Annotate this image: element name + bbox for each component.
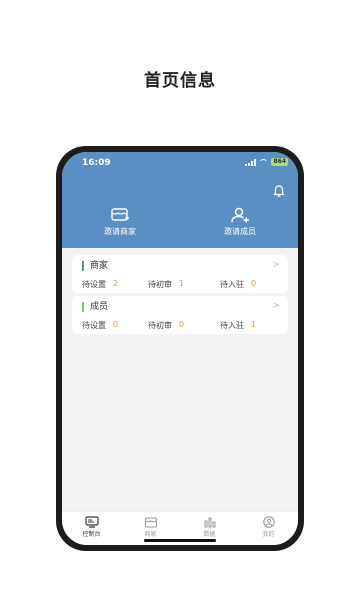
signal-icon <box>245 158 257 166</box>
tab-label: 控制台 <box>82 531 101 538</box>
chart-icon <box>204 517 215 528</box>
stat-value: 2 <box>113 279 119 288</box>
merchant-stats: 待设置 2 待初审 1 待入驻 0 <box>82 279 278 290</box>
home-indicator <box>144 539 216 542</box>
merchant-card[interactable]: 商家 > 待设置 2 待初审 1 待入驻 0 <box>72 255 288 293</box>
member-card-title: 成员 <box>82 302 108 312</box>
store-icon <box>144 517 157 528</box>
bell-icon[interactable] <box>272 184 286 198</box>
tab-label: 我的 <box>262 531 275 538</box>
stat-value: 1 <box>251 320 257 329</box>
stat-item[interactable]: 待初审 1 <box>140 279 206 290</box>
tab-console[interactable]: 控制台 <box>62 512 121 545</box>
invite-member-label: 邀请成员 <box>224 227 256 236</box>
console-icon <box>84 516 99 528</box>
chevron-right-icon: > <box>272 301 280 311</box>
stat-value: 0 <box>113 320 119 329</box>
merchant-card-title: 商家 <box>82 261 108 271</box>
stat-value: 0 <box>179 320 185 329</box>
invite-merchant-button[interactable]: 邀请商家 <box>75 206 165 237</box>
stat-item[interactable]: 待初审 0 <box>140 320 206 331</box>
invite-merchant-label: 邀请商家 <box>104 227 136 236</box>
stat-label: 待初审 <box>148 280 172 289</box>
stat-label: 待设置 <box>82 321 106 330</box>
stat-label: 待入驻 <box>220 280 244 289</box>
stat-label: 待入驻 <box>220 321 244 330</box>
wifi-icon <box>259 159 269 165</box>
status-indicators: 864 <box>245 158 288 166</box>
stat-value: 0 <box>251 279 257 288</box>
store-invite-icon <box>111 208 129 221</box>
invite-member-button[interactable]: 邀请成员 <box>195 206 285 237</box>
status-bar: 16:09 864 <box>62 152 298 172</box>
stat-item[interactable]: 待入驻 1 <box>206 320 278 331</box>
add-person-icon <box>231 207 249 223</box>
chevron-right-icon: > <box>272 260 280 270</box>
stat-item[interactable]: 待设置 2 <box>82 279 140 290</box>
tab-mine[interactable]: 我的 <box>239 512 298 545</box>
app-header: 16:09 864 邀请商家 邀请成员 <box>62 152 298 248</box>
tab-label: 商家 <box>144 531 157 538</box>
status-time: 16:09 <box>82 158 111 168</box>
battery-icon: 864 <box>271 158 288 166</box>
member-card[interactable]: 成员 > 待设置 0 待初审 0 待入驻 1 <box>72 296 288 334</box>
stat-label: 待初审 <box>148 321 172 330</box>
app-screen: 16:09 864 邀请商家 邀请成员 商家 > 待设置 2 待初审 1 待入驻… <box>62 152 298 545</box>
stat-label: 待设置 <box>82 280 106 289</box>
stat-value: 1 <box>179 279 185 288</box>
page-title: 首页信息 <box>144 71 216 91</box>
stat-item[interactable]: 待入驻 0 <box>206 279 278 290</box>
member-stats: 待设置 0 待初审 0 待入驻 1 <box>82 320 278 331</box>
stat-item[interactable]: 待设置 0 <box>82 320 140 331</box>
profile-icon <box>262 516 275 528</box>
phone-frame: 16:09 864 邀请商家 邀请成员 商家 > 待设置 2 待初审 1 待入驻… <box>56 146 304 551</box>
tab-label: 数据 <box>203 531 216 538</box>
